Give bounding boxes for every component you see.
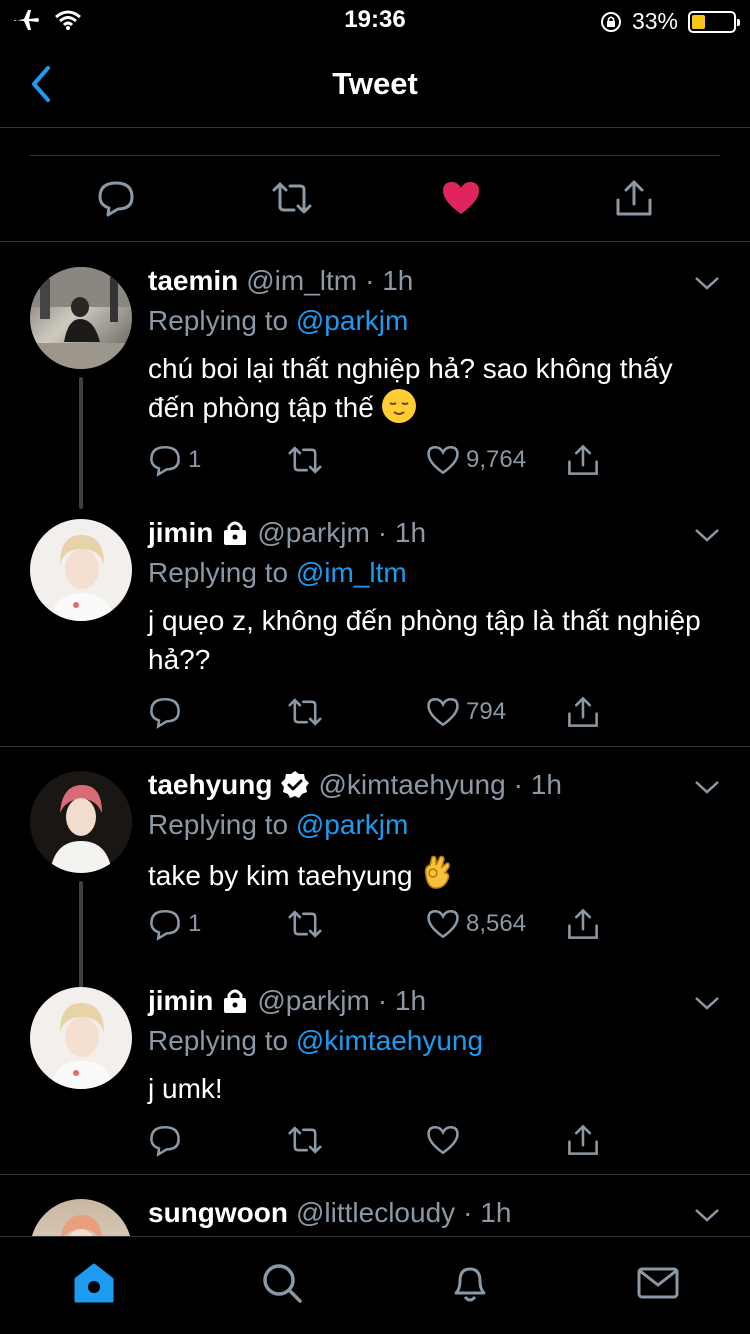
replying-to-mention[interactable]: @kimtaehyung [296, 1025, 483, 1056]
chevron-down-icon[interactable] [694, 995, 720, 1011]
avatar[interactable] [30, 519, 132, 621]
retweet-icon[interactable] [286, 443, 324, 477]
like-count: 8,564 [466, 910, 527, 937]
tweet-actions: 794 [148, 695, 608, 735]
author-handle[interactable]: @kimtaehyung [318, 769, 505, 801]
tweet-time: · 1h [513, 769, 562, 800]
notifications-icon[interactable] [448, 1261, 492, 1305]
reply-icon[interactable] [148, 443, 182, 477]
author-handle[interactable]: @parkjm [257, 517, 369, 549]
chevron-down-icon[interactable] [694, 275, 720, 291]
replying-to-label: Replying to [148, 1025, 289, 1056]
tweet-actions [148, 1123, 608, 1163]
battery-icon [688, 10, 740, 33]
replying-to-label: Replying to [148, 809, 289, 840]
like-icon[interactable] [426, 695, 460, 729]
lock-icon [224, 521, 247, 545]
author-name[interactable]: jimin [148, 985, 213, 1017]
author-handle[interactable]: @parkjm [257, 985, 369, 1017]
relieved-face-emoji [381, 389, 416, 423]
author-name[interactable]: jimin [148, 517, 213, 549]
nav-bar: Tweet [0, 42, 750, 128]
like-icon[interactable] [426, 1123, 460, 1157]
tweet-time: · 1h [365, 265, 414, 296]
tweet-text: j quẹo z, không đến phòng tập là thất ng… [148, 605, 701, 675]
status-bar: 19:36 33% [0, 0, 750, 42]
ok-hand-emoji [420, 853, 454, 889]
reply-count: 1 [188, 446, 202, 473]
tweet-time: · 1h [377, 517, 427, 548]
replying-to-mention[interactable]: @im_ltm [296, 557, 407, 588]
thread-separator [0, 746, 750, 747]
author-handle[interactable]: @im_ltm [246, 265, 357, 297]
chevron-down-icon[interactable] [694, 527, 720, 543]
avatar[interactable] [30, 267, 132, 369]
reply-icon[interactable] [148, 695, 182, 729]
home-icon[interactable] [72, 1261, 116, 1305]
like-icon[interactable] [426, 443, 460, 477]
author-name[interactable]: taehyung [148, 769, 272, 801]
chevron-down-icon[interactable] [694, 779, 720, 795]
share-icon[interactable] [566, 695, 600, 729]
tweet-text: j umk! [148, 1073, 223, 1104]
share-icon[interactable] [566, 1123, 600, 1157]
author-name[interactable]: sungwoon [148, 1197, 288, 1229]
like-count: 794 [466, 698, 507, 725]
chevron-down-icon[interactable] [694, 1207, 720, 1223]
reply-icon[interactable] [148, 1123, 182, 1157]
author-handle[interactable]: @littlecloudy [296, 1197, 455, 1229]
tweet-actions: 1 9,764 [148, 443, 608, 483]
tweet-text: take by kim taehyung [148, 860, 413, 891]
share-icon[interactable] [566, 443, 600, 477]
page-title: Tweet [332, 66, 418, 101]
avatar[interactable] [30, 771, 132, 873]
reply-count: 1 [188, 910, 202, 937]
author-name[interactable]: taemin [148, 265, 238, 297]
lock-icon [224, 989, 247, 1013]
divider [30, 155, 720, 156]
retweet-icon[interactable] [286, 907, 324, 941]
tab-bar [0, 1236, 750, 1334]
replying-to-label: Replying to [148, 557, 289, 588]
tweet-time: · 1h [463, 1197, 512, 1228]
share-icon[interactable] [566, 907, 600, 941]
like-count: 9,764 [466, 446, 527, 473]
retweet-icon[interactable] [286, 695, 324, 729]
share-icon[interactable] [614, 178, 654, 218]
battery-percent: 33% [631, 8, 678, 34]
tweet-actions: 1 8,564 [148, 907, 608, 947]
reply-icon[interactable] [148, 907, 182, 941]
messages-icon[interactable] [636, 1261, 680, 1305]
avatar[interactable] [30, 1199, 132, 1236]
thread-line [79, 377, 83, 509]
verified-badge-icon [281, 771, 310, 798]
like-filled-icon[interactable] [441, 178, 481, 218]
retweet-icon[interactable] [270, 178, 314, 218]
reply-tweet[interactable]: sungwoon @littlecloudy · 1h [0, 1175, 750, 1236]
replying-to-mention[interactable]: @parkjm [296, 809, 408, 840]
replying-to-mention[interactable]: @parkjm [296, 305, 408, 336]
orientation-lock-icon [600, 11, 621, 32]
search-icon[interactable] [260, 1261, 304, 1305]
tweet-time: · 1h [377, 985, 427, 1016]
avatar[interactable] [30, 987, 132, 1089]
main-tweet-actions [0, 160, 750, 242]
replying-to-label: Replying to [148, 305, 289, 336]
retweet-icon[interactable] [286, 1123, 324, 1157]
like-icon[interactable] [426, 907, 460, 941]
reply-icon[interactable] [96, 178, 136, 218]
